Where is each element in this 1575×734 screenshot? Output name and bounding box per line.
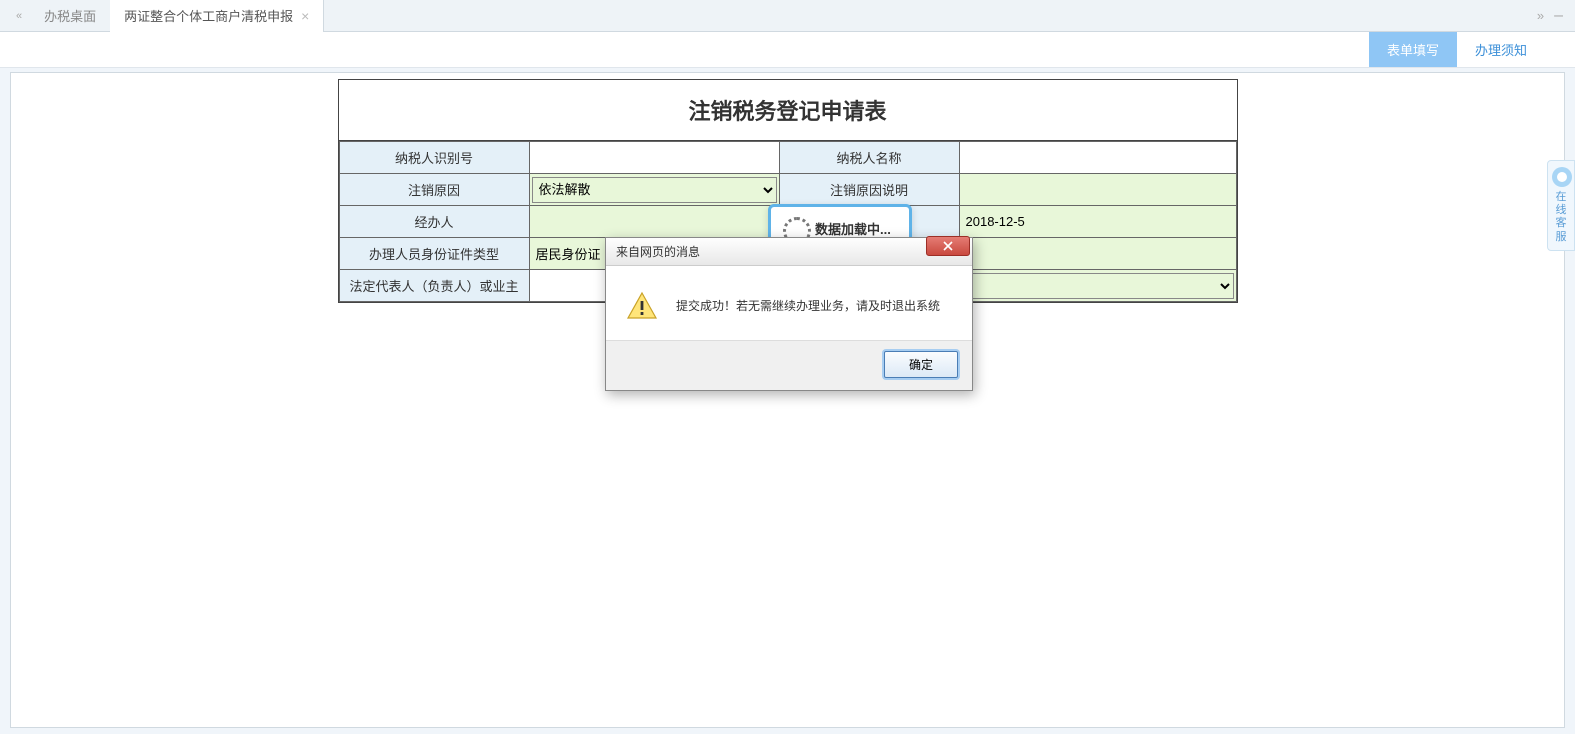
close-icon [943,241,953,251]
dialog-body: 提交成功！若无需继续办理业务，请及时退出系统 [606,266,972,340]
dialog-close-button[interactable] [926,236,970,256]
dialog-message: 提交成功！若无需继续办理业务，请及时退出系统 [676,297,940,315]
dialog-footer: 确定 [606,340,972,390]
dialog-title: 来自网页的消息 [616,243,968,260]
dialog-titlebar[interactable]: 来自网页的消息 [606,238,972,266]
dialog-ok-button[interactable]: 确定 [884,351,958,378]
message-dialog: 来自网页的消息 提交成功！若无需继续办理业务，请及时退出系统 确定 [605,237,973,391]
dialog-overlay: 来自网页的消息 提交成功！若无需继续办理业务，请及时退出系统 确定 [0,0,1575,734]
warning-icon [626,290,658,322]
